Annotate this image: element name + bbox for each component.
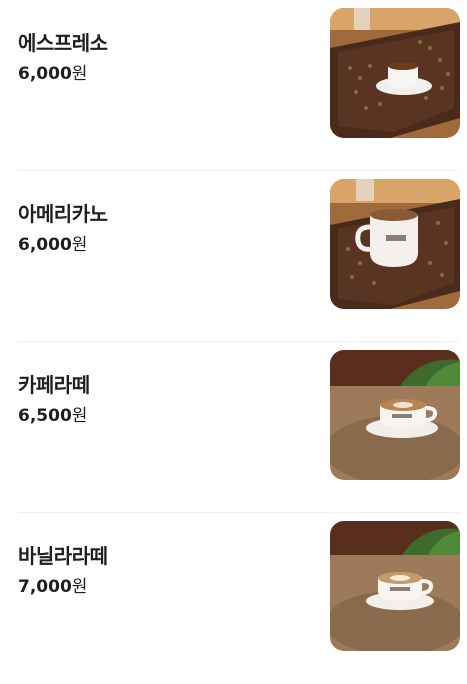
- espresso-photo: [330, 8, 460, 138]
- menu-item-info: 에스프레소 6,000원: [18, 30, 108, 84]
- menu-item-price: 6,000원: [18, 235, 108, 255]
- menu-item-info: 바닐라라떼 7,000원: [18, 543, 108, 597]
- menu-item-americano[interactable]: 아메리카노 6,000원: [18, 171, 460, 342]
- menu-list: 에스프레소 6,000원 아메리카노 6,000원 카페라떼 6,500원 바닐…: [0, 0, 467, 664]
- menu-item-price: 7,000원: [18, 577, 108, 597]
- menu-item-info: 아메리카노 6,000원: [18, 201, 108, 255]
- price-unit: 원: [71, 235, 88, 255]
- price-amount: 6,500: [18, 406, 72, 426]
- menu-item-vanilla-latte[interactable]: 바닐라라떼 7,000원: [18, 513, 460, 684]
- price-unit: 원: [71, 64, 88, 84]
- menu-item-price: 6,500원: [18, 406, 90, 426]
- menu-item-name: 에스프레소: [18, 31, 108, 55]
- price-amount: 6,000: [18, 64, 72, 84]
- americano-photo: [330, 179, 460, 309]
- vanilla-latte-photo: [330, 521, 460, 651]
- menu-item-name: 바닐라라떼: [18, 544, 108, 568]
- price-unit: 원: [71, 406, 88, 426]
- menu-item-price: 6,000원: [18, 64, 108, 84]
- price-amount: 7,000: [18, 577, 72, 597]
- menu-item-name: 아메리카노: [18, 202, 108, 226]
- price-amount: 6,000: [18, 235, 72, 255]
- menu-item-cafe-latte[interactable]: 카페라떼 6,500원: [18, 342, 460, 513]
- cafe-latte-photo: [330, 350, 460, 480]
- menu-item-espresso[interactable]: 에스프레소 6,000원: [18, 0, 460, 171]
- menu-item-info: 카페라떼 6,500원: [18, 372, 90, 426]
- price-unit: 원: [71, 577, 88, 597]
- menu-item-name: 카페라떼: [18, 373, 90, 397]
